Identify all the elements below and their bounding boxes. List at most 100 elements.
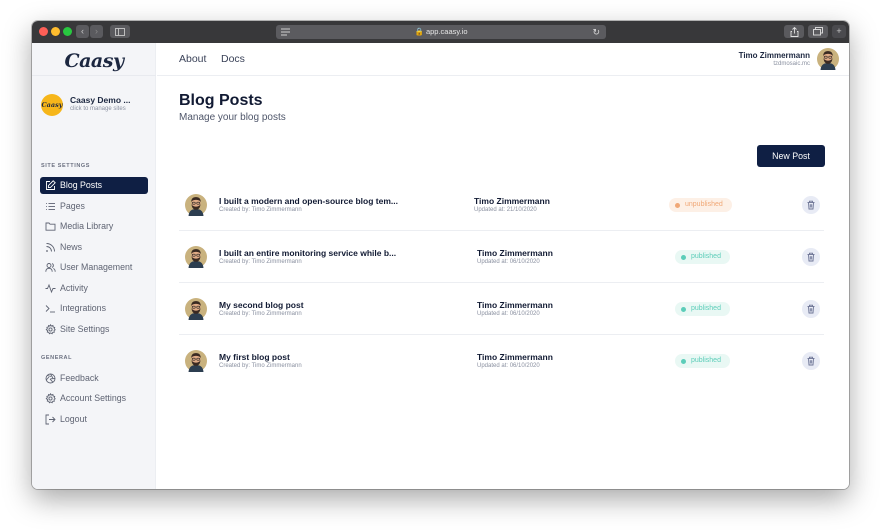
status-badge: published (675, 250, 730, 264)
general-section-label: GENERAL (41, 355, 73, 361)
trash-icon (807, 252, 815, 262)
table-row[interactable]: My second blog post Created by: Timo Zim… (179, 283, 824, 335)
user-handle: tzdmosaic.mc (773, 61, 810, 67)
user-avatar[interactable] (817, 48, 839, 70)
post-author: Timo Zimmermann (477, 352, 553, 362)
sidebar-item-label: Pages (60, 200, 85, 211)
post-title[interactable]: I built a modern and open-source blog te… (219, 196, 398, 206)
site-subtitle: click to manage sites (70, 106, 126, 112)
page-title: Blog Posts (179, 92, 263, 109)
sidebar-item-label: Blog Posts (60, 180, 103, 190)
page-subtitle: Manage your blog posts (179, 112, 286, 123)
delete-post-button[interactable] (802, 196, 820, 214)
tabs-overview-button[interactable] (808, 25, 828, 38)
sidebar-item-feedback[interactable]: Feedback (40, 370, 148, 387)
sidebar-icon (115, 27, 125, 36)
table-row[interactable]: I built a modern and open-source blog te… (179, 179, 824, 231)
status-badge: unpublished (669, 198, 732, 212)
site-settings-section-label: SITE SETTINGS (41, 163, 91, 169)
window-minimize-button[interactable] (51, 27, 60, 36)
main-content: Blog Posts Manage your blog posts New Po… (157, 77, 849, 489)
delete-post-button[interactable] (802, 248, 820, 266)
share-button[interactable] (784, 25, 804, 38)
sidebar-item-site-settings[interactable]: Site Settings (40, 321, 148, 338)
author-avatar (185, 350, 207, 372)
forward-button[interactable]: › (90, 25, 103, 38)
caasy-logo[interactable]: Caasy (32, 43, 156, 76)
sidebar-item-label: User Management (60, 262, 133, 272)
new-post-button[interactable]: New Post (757, 145, 825, 167)
sidebar-item-media-library[interactable]: Media Library (40, 218, 148, 235)
share-icon (790, 26, 798, 37)
delete-post-button[interactable] (802, 300, 820, 318)
browser-window: ‹ › 🔒 app.caasy.io ↻ + Caasy Caasy Caasy… (32, 21, 849, 489)
post-title[interactable]: I built an entire monitoring service whi… (219, 248, 396, 258)
sidebar-item-label: Integrations (60, 303, 106, 313)
status-badge: published (675, 302, 730, 316)
sidebar-item-user-management[interactable]: User Management (40, 259, 148, 276)
address-bar[interactable]: 🔒 app.caasy.io ↻ (276, 25, 606, 39)
sidebar-item-integrations[interactable]: Integrations (40, 300, 148, 317)
nav-link-docs[interactable]: Docs (221, 53, 245, 65)
sidebar-item-label: Feedback (60, 372, 99, 383)
activity-icon (45, 283, 56, 293)
chevron-left-icon: ‹ (81, 26, 84, 36)
user-name[interactable]: Timo Zimmermann (739, 51, 810, 60)
table-row[interactable]: I built an entire monitoring service whi… (179, 231, 824, 283)
trash-icon (807, 200, 815, 210)
sidebar-item-label: Activity (60, 282, 88, 293)
trash-icon (807, 304, 815, 314)
delete-post-button[interactable] (802, 352, 820, 370)
logout-icon (45, 414, 56, 424)
terminal-icon (45, 305, 55, 313)
sidebar-toggle-button[interactable] (110, 25, 130, 38)
reload-icon[interactable]: ↻ (592, 25, 600, 39)
sidebar-item-label: Logout (60, 413, 87, 424)
author-avatar (185, 246, 207, 268)
nav-link-about[interactable]: About (179, 53, 206, 65)
sidebar: Caasy Caasy Caasy Demo ... click to mana… (32, 43, 156, 489)
site-name: Caasy Demo ... (70, 95, 131, 105)
sidebar-item-label: Account Settings (60, 393, 127, 403)
sidebar-item-label: Site Settings (60, 323, 110, 334)
post-created-by: Created by: Timo Zimmermann (219, 363, 302, 369)
sidebar-item-news[interactable]: News (40, 239, 148, 256)
post-title[interactable]: My first blog post (219, 352, 290, 362)
window-close-button[interactable] (39, 27, 48, 36)
back-button[interactable]: ‹ (76, 25, 89, 38)
rss-icon (46, 242, 55, 252)
post-updated-at: Updated at: 06/10/2020 (477, 311, 540, 317)
author-avatar (185, 298, 207, 320)
sidebar-item-activity[interactable]: Activity (40, 280, 148, 297)
sidebar-item-pages[interactable]: Pages (40, 198, 148, 215)
top-navigation: About Docs Timo Zimmermann tzdmosaic.mc (157, 43, 849, 76)
site-avatar: Caasy (41, 94, 63, 116)
browser-toolbar: ‹ › 🔒 app.caasy.io ↻ + (32, 21, 849, 43)
post-title[interactable]: My second blog post (219, 300, 304, 310)
sidebar-item-label: News (60, 241, 82, 252)
chevron-right-icon: › (95, 26, 98, 36)
table-row[interactable]: My first blog post Created by: Timo Zimm… (179, 335, 824, 387)
status-badge: published (675, 354, 730, 368)
sidebar-item-logout[interactable]: Logout (40, 411, 148, 428)
post-created-by: Created by: Timo Zimmermann (219, 207, 302, 213)
lock-icon: 🔒 (414, 27, 424, 36)
site-switcher[interactable]: Caasy Caasy Demo ... click to manage sit… (41, 93, 151, 117)
new-tab-button[interactable]: + (832, 25, 846, 38)
folder-icon (45, 222, 56, 231)
sidebar-item-blog-posts[interactable]: Blog Posts (40, 177, 148, 194)
edit-icon (46, 180, 56, 190)
gear-icon (45, 393, 56, 404)
sidebar-item-account-settings[interactable]: Account Settings (40, 390, 148, 407)
sidebar-item-label: Media Library (60, 221, 114, 231)
post-created-by: Created by: Timo Zimmermann (219, 311, 302, 317)
post-updated-at: Updated at: 06/10/2020 (477, 259, 540, 265)
post-updated-at: Updated at: 21/10/2020 (474, 207, 537, 213)
author-avatar (185, 194, 207, 216)
post-author: Timo Zimmermann (477, 300, 553, 310)
post-author: Timo Zimmermann (477, 248, 553, 258)
tabs-icon (813, 27, 823, 36)
post-updated-at: Updated at: 06/10/2020 (477, 363, 540, 369)
post-created-by: Created by: Timo Zimmermann (219, 259, 302, 265)
window-zoom-button[interactable] (63, 27, 72, 36)
